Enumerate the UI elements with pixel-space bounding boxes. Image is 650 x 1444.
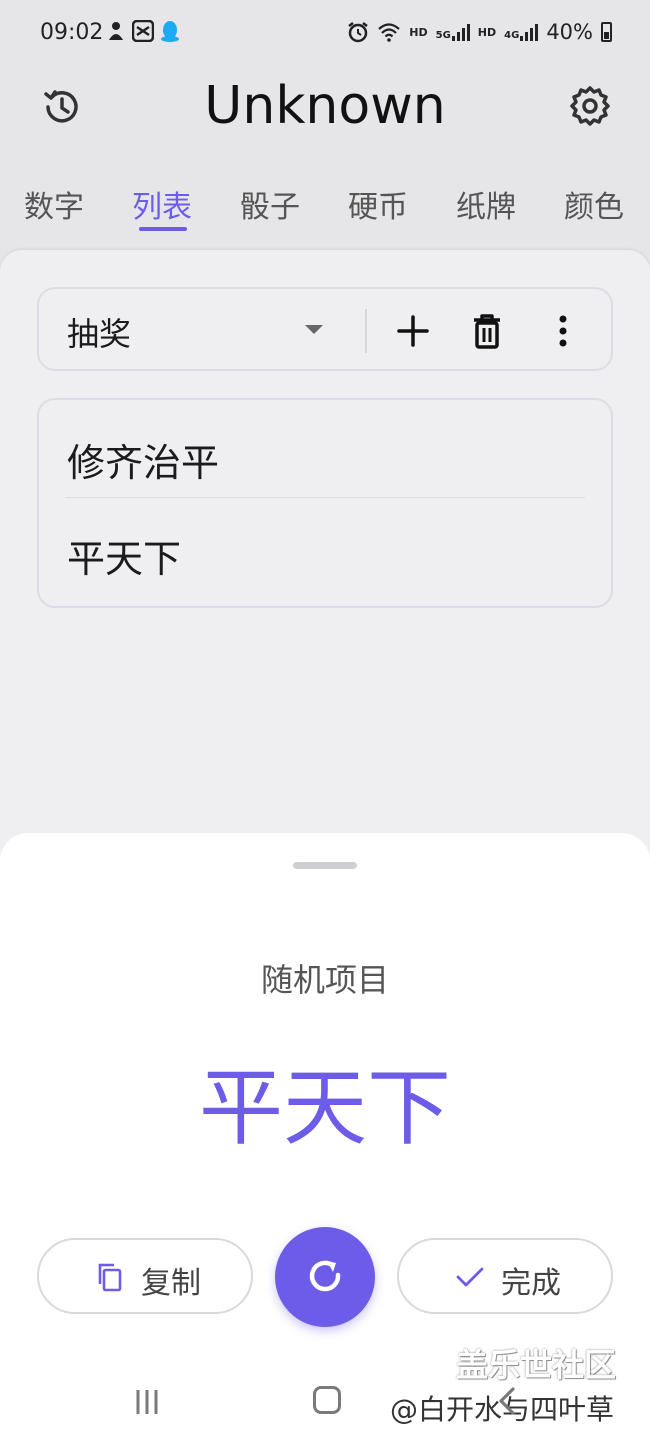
wifi-icon [378,23,401,42]
active-tab-indicator [139,227,187,231]
signal-4g: 4G [504,23,539,41]
page-title: Unknown [204,76,446,136]
list-item[interactable]: 平天下 [67,528,181,583]
toolbar-divider [365,309,367,353]
tab-color[interactable]: 颜色 [564,182,624,226]
app-notification-icon [109,22,123,40]
copy-button[interactable]: 复制 [37,1238,253,1314]
tab-dice[interactable]: 骰子 [240,182,300,226]
top-app-bar: Unknown [0,68,650,158]
delete-icon[interactable] [465,309,509,353]
tab-list[interactable]: 列表 [132,182,192,226]
result-value: 平天下 [198,1059,451,1157]
signal-bars-icon-2 [520,23,539,41]
list-item[interactable]: 修齐治平 [67,432,219,487]
signal-5g: 5G [436,23,470,41]
status-system-icons: HD 5G HD 4G 40% [347,20,612,44]
system-navigation-bar [0,1370,650,1444]
list-selector-card: 抽奖 [37,287,613,371]
hd-badge-2: HD [477,25,497,39]
signal-bars-icon [451,23,470,41]
hd-badge: HD [409,25,428,39]
refresh-icon [309,1260,341,1292]
sheet-drag-handle[interactable] [293,862,357,869]
back-icon[interactable] [495,1386,519,1416]
done-button[interactable]: 完成 [397,1238,613,1314]
list-panel: 抽奖 修齐治平 平天下 [0,250,650,870]
done-button-label: 完成 [501,1266,561,1301]
status-notification-icons [106,20,180,42]
reroll-button[interactable] [275,1227,375,1327]
capcut-icon [132,20,154,42]
list-selector-value[interactable]: 抽奖 [67,309,131,355]
result-label: 随机项目 [260,961,389,999]
more-vert-icon[interactable] [541,309,585,353]
list-divider [65,497,585,498]
dropdown-arrow-icon[interactable] [305,325,323,334]
tab-cards[interactable]: 纸牌 [456,182,516,226]
qq-icon [161,21,179,42]
copy-icon [98,1263,122,1292]
battery-icon [601,22,612,42]
tab-coin[interactable]: 硬币 [348,182,408,226]
status-bar: 09:02 HD 5G HD 4G 40% [0,0,650,68]
tab-number[interactable]: 数字 [24,182,84,226]
status-time: 09:02 [40,20,104,45]
gear-icon[interactable] [568,84,612,128]
items-list: 修齐治平 平天下 [37,398,613,608]
alarm-icon [348,22,369,43]
home-icon[interactable] [313,1386,341,1414]
battery-level: 40% [546,20,593,44]
tab-bar: 数字 列表 骰子 硬币 纸牌 颜色 [0,170,650,240]
copy-button-label: 复制 [141,1266,201,1301]
add-icon[interactable] [391,309,435,353]
check-icon [456,1267,484,1287]
recent-apps-icon[interactable] [133,1388,161,1416]
